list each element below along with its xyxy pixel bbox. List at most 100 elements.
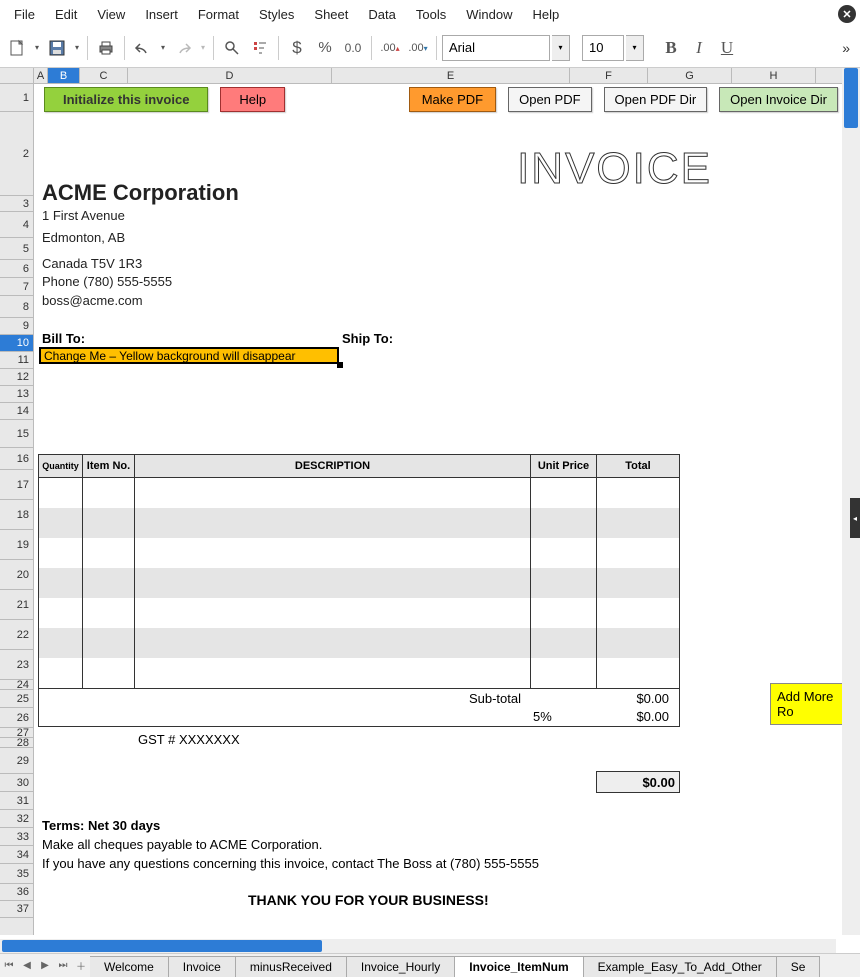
- row-header-8[interactable]: 8: [0, 296, 33, 318]
- column-header-g[interactable]: G: [648, 68, 732, 83]
- column-header-e[interactable]: E: [332, 68, 570, 83]
- menu-format[interactable]: Format: [188, 3, 249, 26]
- undo-dropdown[interactable]: ▾: [158, 43, 168, 52]
- sheet-tab-welcome[interactable]: Welcome: [90, 956, 169, 977]
- active-cell-b10[interactable]: Change Me – Yellow background will disap…: [39, 347, 339, 364]
- column-header-c[interactable]: C: [80, 68, 128, 83]
- row-header-11[interactable]: 11: [0, 352, 33, 369]
- open-pdf-button[interactable]: Open PDF: [508, 87, 591, 112]
- font-name-input[interactable]: Arial: [442, 35, 550, 61]
- row-header-25[interactable]: 25: [0, 690, 33, 708]
- find-icon[interactable]: [219, 35, 245, 61]
- row-header-16[interactable]: 16: [0, 448, 33, 470]
- table-row[interactable]: [39, 628, 679, 658]
- row-header-6[interactable]: 6: [0, 260, 33, 278]
- row-header-5[interactable]: 5: [0, 238, 33, 260]
- row-header-35[interactable]: 35: [0, 864, 33, 884]
- tab-first-icon[interactable]: ⏮: [0, 955, 18, 977]
- row-header-18[interactable]: 18: [0, 500, 33, 530]
- menu-view[interactable]: View: [87, 3, 135, 26]
- column-header-h[interactable]: H: [732, 68, 816, 83]
- tab-last-icon[interactable]: ⏭: [54, 955, 72, 977]
- remove-decimal-icon[interactable]: .00▾: [405, 35, 431, 61]
- make-pdf-button[interactable]: Make PDF: [409, 87, 496, 112]
- row-header-34[interactable]: 34: [0, 846, 33, 864]
- vertical-scroll-thumb[interactable]: [844, 68, 858, 128]
- new-dropdown[interactable]: ▾: [32, 43, 42, 52]
- number-format-icon[interactable]: 0.0: [340, 35, 366, 61]
- save-dropdown[interactable]: ▾: [72, 43, 82, 52]
- select-all-corner[interactable]: [0, 68, 34, 84]
- row-header-22[interactable]: 22: [0, 620, 33, 650]
- font-size-input[interactable]: 10: [582, 35, 624, 61]
- row-header-7[interactable]: 7: [0, 278, 33, 296]
- sheet-tab-invoice[interactable]: Invoice: [168, 956, 236, 977]
- row-header-24[interactable]: 24: [0, 680, 33, 690]
- row-header-2[interactable]: 2: [0, 112, 33, 196]
- close-icon[interactable]: ✕: [838, 5, 856, 23]
- row-header-23[interactable]: 23: [0, 650, 33, 680]
- currency-icon[interactable]: $: [284, 35, 310, 61]
- row-header-21[interactable]: 21: [0, 590, 33, 620]
- add-decimal-icon[interactable]: .00▴: [377, 35, 403, 61]
- menu-help[interactable]: Help: [522, 3, 569, 26]
- toolbar-overflow-icon[interactable]: »: [842, 40, 856, 56]
- cell-grid[interactable]: Initialize this invoice Help Make PDF Op…: [34, 84, 842, 935]
- sheet-tab-example_easy_to_add_other[interactable]: Example_Easy_To_Add_Other: [583, 956, 777, 977]
- table-row[interactable]: [39, 538, 679, 568]
- row-header-30[interactable]: 30: [0, 774, 33, 792]
- font-size-dropdown[interactable]: ▾: [626, 35, 644, 61]
- row-header-4[interactable]: 4: [0, 212, 33, 238]
- row-header-17[interactable]: 17: [0, 470, 33, 500]
- sheet-tab-minusreceived[interactable]: minusReceived: [235, 956, 347, 977]
- bold-icon[interactable]: B: [658, 35, 684, 61]
- row-header-12[interactable]: 12: [0, 369, 33, 386]
- redo-icon[interactable]: [170, 35, 196, 61]
- sheet-tab-invoice_hourly[interactable]: Invoice_Hourly: [346, 956, 455, 977]
- new-icon[interactable]: [4, 35, 30, 61]
- help-button[interactable]: Help: [220, 87, 285, 112]
- sort-icon[interactable]: [247, 35, 273, 61]
- table-row[interactable]: [39, 598, 679, 628]
- row-header-20[interactable]: 20: [0, 560, 33, 590]
- cell-cursor-handle[interactable]: [337, 362, 343, 368]
- save-icon[interactable]: [44, 35, 70, 61]
- row-header-31[interactable]: 31: [0, 792, 33, 810]
- print-icon[interactable]: [93, 35, 119, 61]
- row-header-9[interactable]: 9: [0, 318, 33, 335]
- add-sheet-icon[interactable]: ＋: [72, 955, 90, 977]
- menu-styles[interactable]: Styles: [249, 3, 304, 26]
- underline-icon[interactable]: U: [714, 35, 740, 61]
- table-row[interactable]: [39, 478, 679, 508]
- column-header-f[interactable]: F: [570, 68, 648, 83]
- sheet-tab-se[interactable]: Se: [776, 956, 821, 977]
- menu-insert[interactable]: Insert: [135, 3, 188, 26]
- row-header-3[interactable]: 3: [0, 196, 33, 212]
- open-pdf-dir-button[interactable]: Open PDF Dir: [604, 87, 708, 112]
- open-invoice-dir-button[interactable]: Open Invoice Dir: [719, 87, 838, 112]
- table-row[interactable]: [39, 658, 679, 688]
- column-header-a[interactable]: A: [34, 68, 48, 83]
- percent-icon[interactable]: %: [312, 35, 338, 61]
- tab-next-icon[interactable]: ▶: [36, 955, 54, 977]
- sheet-tab-invoice_itemnum[interactable]: Invoice_ItemNum: [454, 956, 583, 977]
- row-header-26[interactable]: 26: [0, 708, 33, 728]
- row-header-1[interactable]: 1: [0, 84, 33, 112]
- table-row[interactable]: [39, 508, 679, 538]
- row-header-19[interactable]: 19: [0, 530, 33, 560]
- row-header-36[interactable]: 36: [0, 884, 33, 901]
- sidebar-toggle-icon[interactable]: ◂: [850, 498, 860, 538]
- row-header-10[interactable]: 10: [0, 335, 33, 352]
- font-name-dropdown[interactable]: ▾: [552, 35, 570, 61]
- menu-edit[interactable]: Edit: [45, 3, 87, 26]
- table-row[interactable]: [39, 568, 679, 598]
- menu-window[interactable]: Window: [456, 3, 522, 26]
- menu-file[interactable]: File: [4, 3, 45, 26]
- initialize-invoice-button[interactable]: Initialize this invoice: [44, 87, 208, 112]
- italic-icon[interactable]: I: [686, 35, 712, 61]
- row-header-37[interactable]: 37: [0, 901, 33, 918]
- menu-tools[interactable]: Tools: [406, 3, 456, 26]
- column-header-b[interactable]: B: [48, 68, 80, 83]
- row-header-32[interactable]: 32: [0, 810, 33, 828]
- undo-icon[interactable]: [130, 35, 156, 61]
